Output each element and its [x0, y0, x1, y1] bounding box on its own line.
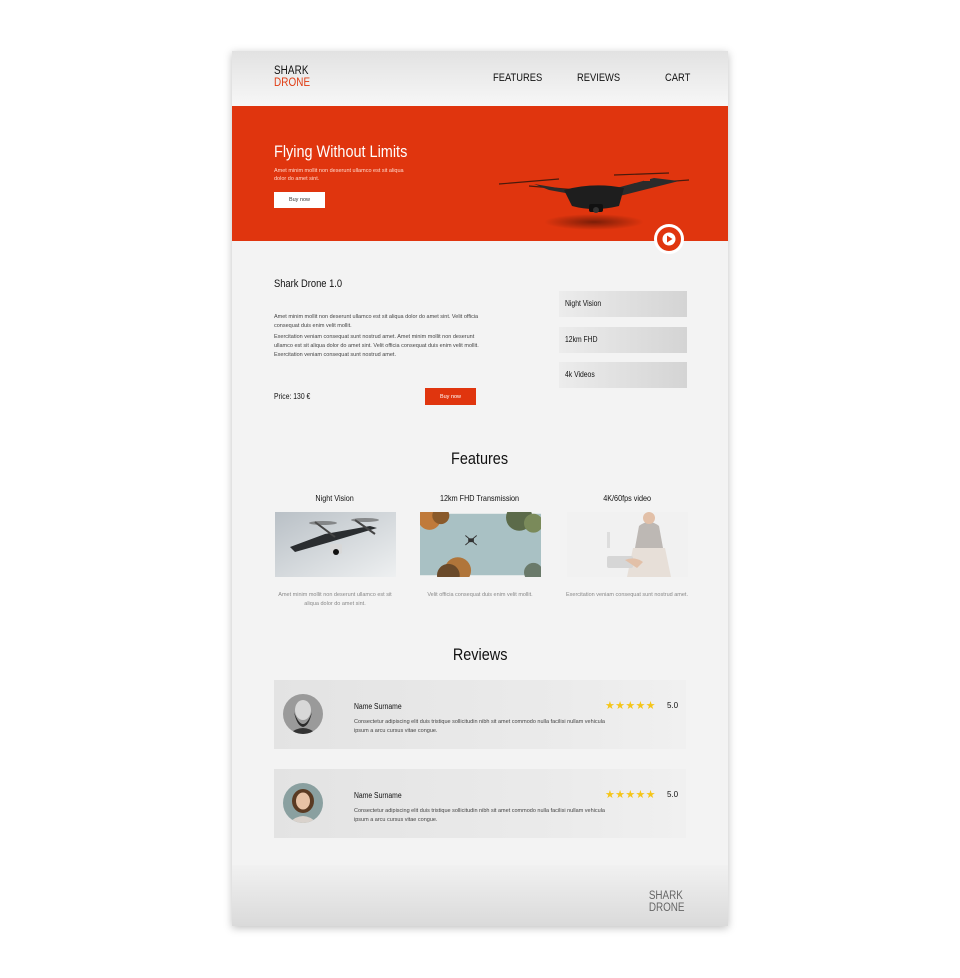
- reviews-heading: Reviews: [232, 645, 728, 665]
- hero-title: Flying Without Limits: [274, 142, 408, 161]
- site-header: SHARK DRONE FEATURES REVIEWS CART: [232, 51, 728, 106]
- spec-4k-videos: 4k Videos: [559, 362, 687, 388]
- spec-label: Night Vision: [565, 299, 602, 308]
- spec-12km-fhd: 12km FHD: [559, 327, 687, 353]
- review-card: Name Surname Consectetur adipiscing elit…: [274, 680, 686, 749]
- feature-text: Amet minim mollit non deserunt ullamco e…: [278, 592, 392, 607]
- feature-image-night-vision: [274, 512, 396, 577]
- logo[interactable]: SHARK DRONE: [274, 65, 310, 89]
- feature-title: Night Vision: [271, 493, 399, 512]
- nav-reviews[interactable]: REVIEWS: [577, 72, 620, 84]
- reviews-heading-text: Reviews: [452, 645, 508, 664]
- spec-label: 4k Videos: [565, 370, 595, 379]
- feature-card: 4K/60fps video Exercitation veniam conse…: [563, 493, 691, 600]
- review-name: Name Surname: [354, 791, 402, 800]
- review-name: Name Surname: [354, 702, 402, 711]
- rating-value: 5.0: [667, 790, 679, 799]
- landing-page: SHARK DRONE FEATURES REVIEWS CART Flying…: [232, 51, 728, 926]
- logo-line2: DRONE: [274, 77, 311, 89]
- avatar: [283, 694, 323, 734]
- nav-cart[interactable]: CART: [665, 72, 690, 84]
- feature-title-text: 12km FHD Transmission: [440, 493, 520, 503]
- feature-title-text: 4K/60fps video: [603, 493, 651, 503]
- nav-features[interactable]: FEATURES: [493, 72, 542, 84]
- spec-night-vision: Night Vision: [559, 291, 687, 317]
- feature-title: 4K/60fps video: [563, 493, 691, 512]
- footer-logo-line1: SHARK: [649, 890, 684, 902]
- feature-image-transmission: [417, 504, 543, 587]
- hero-buy-button[interactable]: Buy now: [274, 192, 325, 208]
- play-video-button[interactable]: [654, 224, 684, 254]
- review-card: Name Surname Consectetur adipiscing elit…: [274, 769, 686, 838]
- spec-label: 12km FHD: [565, 335, 598, 344]
- feature-text: Velit officia consequat duis enim velit …: [427, 592, 533, 598]
- feature-title-text: Night Vision: [315, 493, 355, 503]
- hero-subtitle: Amet minim mollit non deserunt ullamco e…: [274, 168, 404, 182]
- footer-logo-line2: DRONE: [649, 902, 685, 914]
- feature-text: Exercitation veniam consequat sunt nostr…: [566, 592, 688, 598]
- feature-card: 12km FHD Transmission Velit officia cons…: [416, 493, 544, 600]
- review-text: Consectetur adipiscing elit duis tristiq…: [354, 719, 605, 734]
- product-title: Shark Drone 1.0: [274, 278, 343, 290]
- avatar-image: [283, 694, 323, 734]
- feature-image-video: [566, 512, 688, 577]
- hero-section: Flying Without Limits Amet minim mollit …: [232, 106, 728, 241]
- feature-title: 12km FHD Transmission: [416, 493, 544, 512]
- product-desc-2: Exercitation veniam consequat sunt nostr…: [274, 334, 479, 358]
- star-rating: ★★★★★: [605, 700, 656, 712]
- rating-value: 5.0: [667, 701, 679, 710]
- review-text: Consectetur adipiscing elit duis tristiq…: [354, 808, 605, 823]
- product-description: Amet minim mollit non deserunt ullamco e…: [274, 313, 482, 360]
- logo-line1: SHARK: [274, 65, 309, 77]
- avatar: [283, 783, 323, 823]
- features-heading-text: Features: [451, 449, 509, 468]
- play-icon: [662, 232, 676, 246]
- product-buy-button[interactable]: Buy now: [425, 388, 476, 405]
- feature-card: Night Vision Amet minim mollit non deser…: [271, 493, 399, 609]
- star-rating: ★★★★★: [605, 789, 656, 801]
- product-price: Price: 130 €: [274, 392, 311, 401]
- site-footer: SHARK DRONE: [232, 865, 728, 926]
- footer-logo[interactable]: SHARK DRONE: [649, 890, 685, 914]
- avatar-image: [283, 783, 323, 823]
- features-heading: Features: [232, 449, 728, 469]
- product-desc-1: Amet minim mollit non deserunt ullamco e…: [274, 314, 479, 329]
